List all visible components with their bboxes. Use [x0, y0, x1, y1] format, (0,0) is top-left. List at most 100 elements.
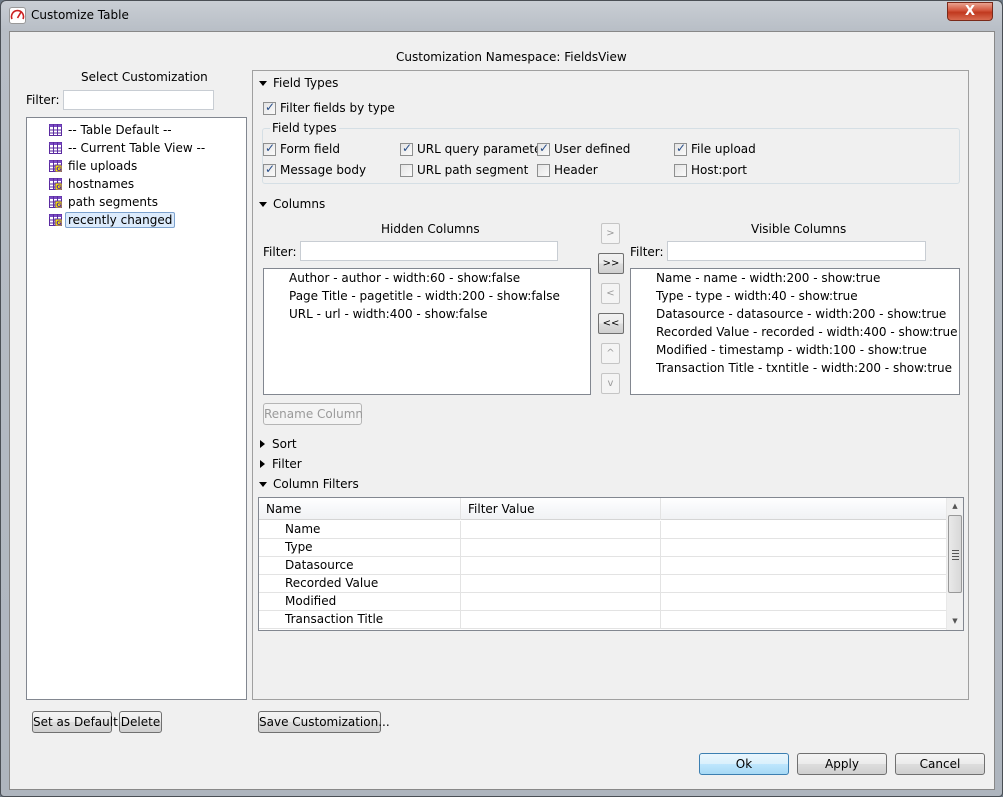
expand-triangle-icon [259, 481, 267, 487]
visible-columns-heading: Visible Columns [751, 222, 847, 236]
field-type-checkbox[interactable]: URL query parameter [400, 141, 547, 156]
field-type-checkbox[interactable]: Header [537, 163, 598, 177]
field-types-group [262, 128, 960, 184]
filter-value-cell[interactable] [461, 593, 661, 611]
customization-list-item[interactable]: -- Current Table View -- [49, 139, 205, 156]
filter-by-type-checkbox[interactable]: Filter fields by type [263, 100, 395, 115]
empty-cell [661, 593, 948, 611]
table-row[interactable]: Name [259, 521, 948, 539]
move-down-button[interactable]: v [601, 373, 620, 394]
table-vertical-scrollbar[interactable]: ▲ ▼ [946, 498, 963, 630]
column-filters-table: Name Filter Value Name Type Datasource Reco… [258, 497, 964, 631]
column-name-cell: Modified [259, 593, 461, 611]
visible-column-item[interactable]: Recorded Value - recorded - width:400 - … [656, 325, 958, 339]
field-type-checkbox[interactable]: URL path segment [400, 163, 528, 177]
customization-list-item[interactable]: Gfile uploads [49, 157, 137, 174]
move-all-right-button[interactable]: >> [598, 253, 624, 274]
customization-list-item[interactable]: Grecently changed [49, 211, 176, 228]
filter-value-cell[interactable] [461, 611, 661, 629]
customization-list-item-label: recently changed [65, 211, 176, 228]
move-right-button[interactable]: > [601, 223, 620, 244]
field-type-label: File upload [691, 142, 756, 156]
visible-column-item[interactable]: Type - type - width:40 - show:true [656, 289, 858, 303]
move-all-left-button[interactable]: << [598, 313, 624, 334]
field-type-label: URL query parameter [417, 142, 547, 156]
field-type-checkbox[interactable]: Message body [263, 162, 366, 177]
save-customization-button[interactable]: Save Customization... [258, 711, 390, 733]
visible-columns-filter-input[interactable] [667, 241, 926, 261]
rename-column-button[interactable]: Rename Column [263, 403, 363, 425]
field-type-checkbox[interactable]: Form field [263, 141, 340, 156]
hidden-columns-list[interactable]: Author - author - width:60 - show:false P… [263, 268, 591, 395]
checkbox-box [674, 163, 687, 177]
delete-button[interactable]: Delete [119, 711, 162, 733]
visible-column-item[interactable]: Modified - timestamp - width:100 - show:… [656, 343, 927, 357]
checkbox-box [537, 163, 550, 177]
table-row[interactable]: Datasource [259, 557, 948, 575]
column-name-cell: Transaction Title [259, 611, 461, 629]
field-type-checkbox[interactable]: Host:port [674, 163, 747, 177]
visible-column-item[interactable]: Datasource - datasource - width:200 - sh… [656, 307, 946, 321]
scrollbar-thumb[interactable] [948, 515, 962, 593]
select-customization-heading: Select Customization [81, 70, 208, 84]
column-header-name[interactable]: Name [259, 498, 461, 520]
sort-section-header[interactable]: Sort [259, 437, 297, 451]
hidden-column-item[interactable]: Author - author - width:60 - show:false [289, 271, 520, 285]
scroll-down-arrow-icon[interactable]: ▼ [947, 613, 963, 630]
field-types-section-label: Field Types [273, 76, 339, 90]
customization-list-item[interactable]: Gpath segments [49, 193, 158, 210]
filter-value-cell[interactable] [461, 539, 661, 557]
customization-list[interactable]: -- Table Default -- -- Current Table View… [26, 117, 247, 700]
checkbox-box [263, 162, 276, 177]
set-as-default-button[interactable]: Set as Default [32, 711, 118, 733]
filter-value-cell[interactable] [461, 521, 661, 539]
field-type-checkbox[interactable]: File upload [674, 141, 756, 156]
customization-list-item-label: path segments [68, 194, 158, 209]
column-header-filter-value[interactable]: Filter Value [461, 498, 661, 520]
filter-section-header[interactable]: Filter [259, 457, 302, 471]
visible-columns-list[interactable]: Name - name - width:200 - show:true Type … [630, 268, 960, 395]
hidden-column-item[interactable]: Page Title - pagetitle - width:200 - sho… [289, 289, 560, 303]
hidden-columns-filter-input[interactable] [300, 241, 558, 261]
filter-value-cell[interactable] [461, 557, 661, 575]
column-name-cell: Type [259, 539, 461, 557]
field-type-label: Host:port [691, 163, 747, 177]
apply-button[interactable]: Apply [797, 753, 887, 775]
title-bar[interactable]: Customize Table X [1, 1, 1002, 31]
move-up-button[interactable]: ^ [601, 343, 620, 364]
column-name-cell: Recorded Value [259, 575, 461, 593]
ok-button[interactable]: Ok [699, 753, 789, 775]
cancel-button[interactable]: Cancel [895, 753, 985, 775]
customization-list-item-label: file uploads [68, 158, 138, 173]
left-filter-label: Filter: [26, 93, 60, 107]
svg-text:G: G [56, 201, 61, 208]
table-global-icon: G [49, 177, 63, 191]
table-row[interactable]: Type [259, 539, 948, 557]
column-filters-section-header[interactable]: Column Filters [259, 477, 359, 491]
field-types-group-label: Field types [270, 121, 339, 135]
hidden-column-item[interactable]: URL - url - width:400 - show:false [289, 307, 488, 321]
customization-list-item[interactable]: Ghostnames [49, 175, 134, 192]
customization-list-item[interactable]: -- Table Default -- [49, 121, 172, 138]
visible-column-item[interactable]: Name - name - width:200 - show:true [656, 271, 880, 285]
scroll-up-arrow-icon[interactable]: ▲ [947, 498, 963, 515]
filter-section-label: Filter [272, 457, 302, 471]
customization-filter-input[interactable] [63, 90, 214, 110]
column-filters-section-label: Column Filters [273, 477, 359, 491]
table-row[interactable]: Transaction Title [259, 611, 948, 629]
empty-cell [661, 575, 948, 593]
columns-section-header[interactable]: Columns [259, 197, 325, 211]
table-row[interactable]: Recorded Value [259, 575, 948, 593]
move-left-button[interactable]: < [601, 283, 620, 304]
svg-text:G: G [56, 183, 61, 190]
collapsed-triangle-icon [260, 460, 265, 468]
filter-value-cell[interactable] [461, 575, 661, 593]
visible-column-item[interactable]: Transaction Title - txntitle - width:200… [656, 361, 952, 375]
field-type-checkbox[interactable]: User defined [537, 141, 630, 156]
empty-cell [661, 611, 948, 629]
close-button[interactable]: X [947, 2, 993, 21]
checkbox-box [263, 100, 276, 115]
table-row[interactable]: Modified [259, 593, 948, 611]
collapsed-triangle-icon [260, 440, 265, 448]
field-types-section-header[interactable]: Field Types [259, 76, 338, 90]
